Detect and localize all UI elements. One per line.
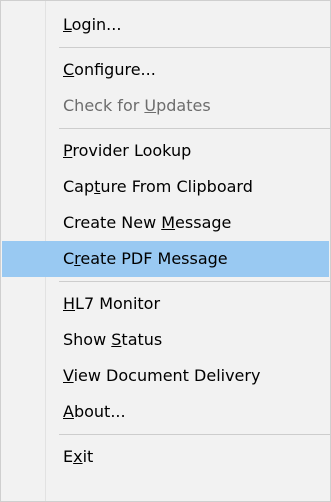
menu-item-label: Create PDF Message bbox=[63, 249, 228, 268]
menu-separator bbox=[59, 47, 330, 48]
menu-item-create-new-message[interactable]: Create New Message bbox=[1, 205, 330, 241]
menu-item-create-pdf-message[interactable]: Create PDF Message bbox=[2, 241, 329, 277]
menu-item-view-document-delivery[interactable]: View Document Delivery bbox=[1, 358, 330, 394]
menu-item-label: Login... bbox=[63, 15, 122, 34]
menu-item-label: Exit bbox=[63, 447, 94, 466]
menu-item-provider-lookup[interactable]: Provider Lookup bbox=[1, 133, 330, 169]
menu-item-login[interactable]: Login... bbox=[1, 7, 330, 43]
menu-item-capture-from-clipboard[interactable]: Capture From Clipboard bbox=[1, 169, 330, 205]
menu-item-about[interactable]: About... bbox=[1, 394, 330, 430]
menu-item-hl7-monitor[interactable]: HL7 Monitor bbox=[1, 286, 330, 322]
menu-item-show-status[interactable]: Show Status bbox=[1, 322, 330, 358]
menu-separator bbox=[59, 128, 330, 129]
menu-separator bbox=[59, 281, 330, 282]
context-menu: Login... Configure... Check for Updates … bbox=[0, 0, 331, 502]
menu-item-list: Login... Configure... Check for Updates … bbox=[1, 7, 330, 475]
menu-item-label: Configure... bbox=[63, 60, 156, 79]
menu-item-label: Create New Message bbox=[63, 213, 232, 232]
menu-item-exit[interactable]: Exit bbox=[1, 439, 330, 475]
menu-item-label: Show Status bbox=[63, 330, 163, 349]
menu-item-label: Provider Lookup bbox=[63, 141, 192, 160]
menu-item-label: Capture From Clipboard bbox=[63, 177, 253, 196]
menu-item-label: About... bbox=[63, 402, 126, 421]
menu-separator bbox=[59, 434, 330, 435]
menu-item-configure[interactable]: Configure... bbox=[1, 52, 330, 88]
menu-item-label: HL7 Monitor bbox=[63, 294, 161, 313]
menu-item-label: Check for Updates bbox=[63, 96, 211, 115]
menu-item-check-for-updates[interactable]: Check for Updates bbox=[1, 88, 330, 124]
menu-item-label: View Document Delivery bbox=[63, 366, 261, 385]
